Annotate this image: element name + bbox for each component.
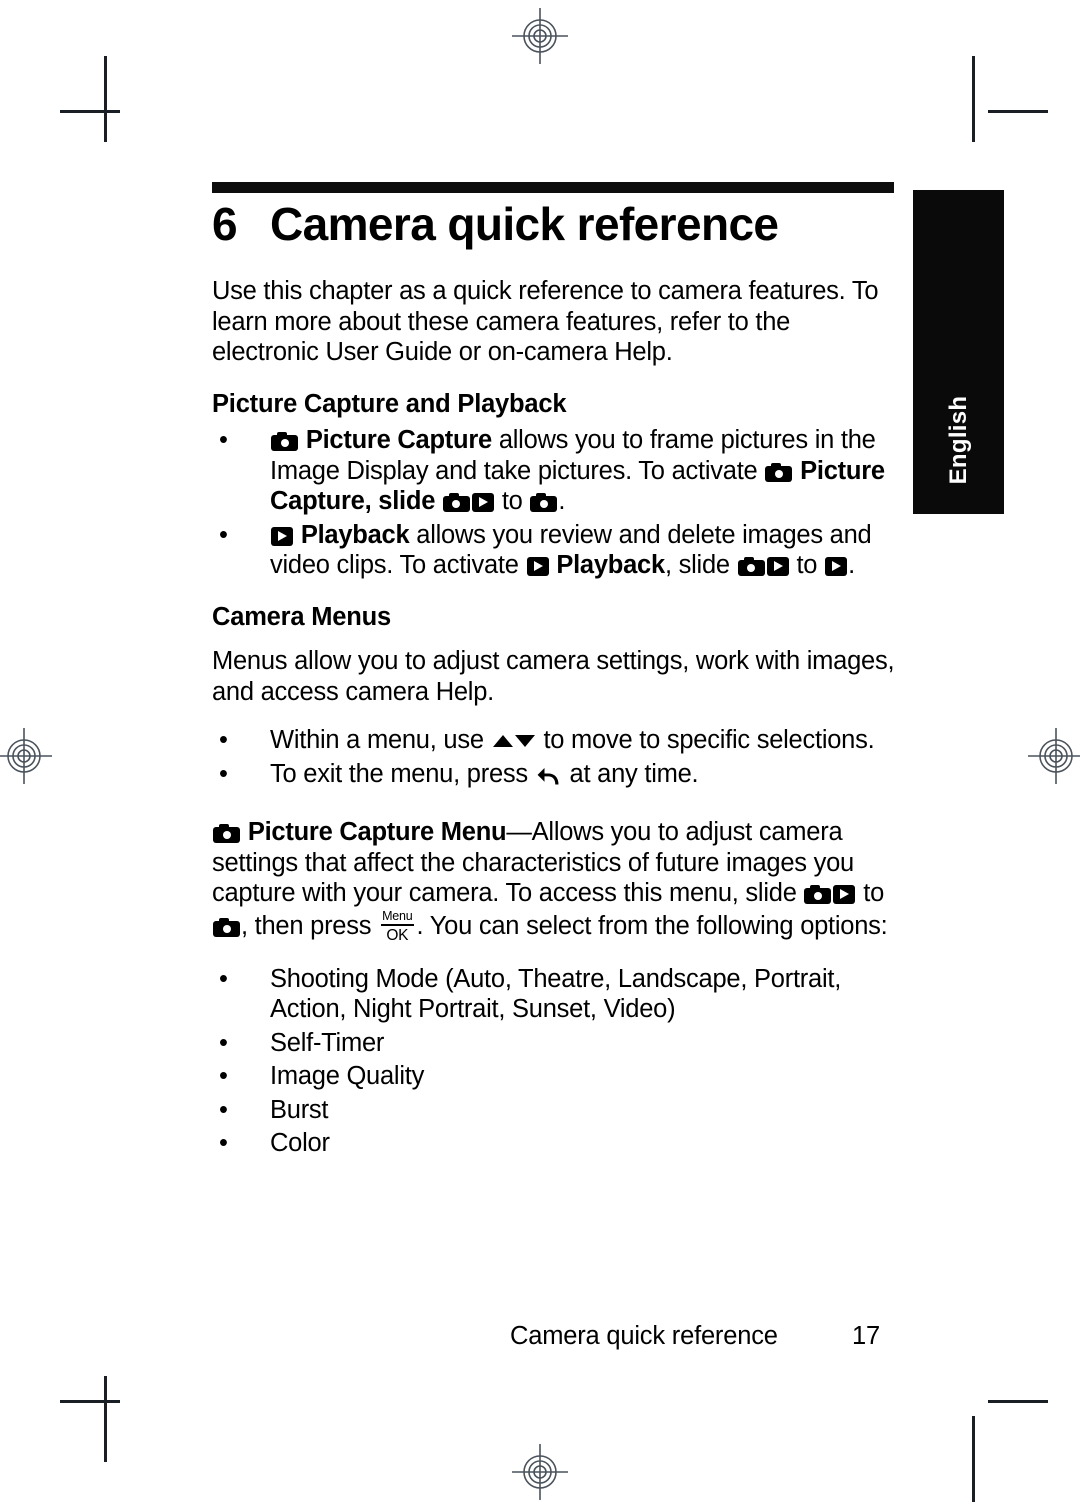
camera-menus-paragraph: Menus allow you to adjust camera setting… — [212, 647, 895, 706]
bullet1-text-d: . — [558, 487, 566, 515]
crop-mark-top-left-horizontal — [60, 110, 120, 113]
bullet1-text-c: to — [494, 487, 530, 515]
crop-mark-bottom-right-horizontal — [988, 1400, 1048, 1403]
language-tab-label: English — [944, 395, 972, 485]
bullet-glyph: • — [219, 520, 228, 549]
crop-mark-bottom-left-vertical — [104, 1376, 107, 1462]
camera-icon — [213, 917, 240, 937]
bullet-glyph: • — [219, 726, 228, 754]
page-title: 6 Camera quick reference — [212, 196, 894, 252]
bullet-glyph: • — [219, 426, 228, 454]
camera-icon — [804, 885, 832, 904]
bullet-glyph: • — [219, 964, 228, 993]
footer-chapter-label: Camera quick reference — [510, 1322, 778, 1350]
list-item: • Image Quality — [212, 1061, 902, 1092]
bullet-glyph: • — [219, 1062, 228, 1090]
crop-mark-top-left-vertical — [104, 56, 107, 142]
camera-icon — [530, 493, 558, 512]
menus-bullet1-text-a: Within a menu, use — [270, 726, 491, 754]
camera-icon — [442, 493, 470, 512]
menu-key-bottom-label: OK — [386, 926, 409, 944]
footer-page-number: 17 — [852, 1322, 880, 1350]
camera-icon — [737, 557, 765, 576]
bullet2-text-d: . — [848, 551, 855, 579]
picture-capture-menu-label: Picture Capture Menu — [247, 818, 507, 846]
chapter-number: 6 — [212, 198, 238, 250]
bullet-glyph: • — [219, 1028, 228, 1057]
playback-icon — [271, 526, 293, 546]
chapter-title: Camera quick reference — [270, 198, 779, 250]
menus-bullet2-text-b: at any time. — [562, 759, 699, 788]
chapter-heading-rule — [212, 182, 894, 193]
bullet-glyph: • — [219, 759, 228, 788]
page-body: 6 Camera quick reference Use this chapter… — [212, 0, 895, 1512]
list-item: • Burst — [212, 1095, 902, 1126]
crop-mark-top-right-vertical — [972, 56, 975, 142]
intro-paragraph: Use this chapter as a quick reference to… — [212, 277, 879, 366]
crop-mark-bottom-left-horizontal — [60, 1400, 120, 1403]
picture-capture-menu-paragraph: Picture Capture Menu—Allows you to adjus… — [212, 817, 902, 944]
playback-icon — [825, 557, 848, 576]
list-item: • To exit the menu, press at any time. — [212, 759, 902, 790]
language-thumb-tab: English — [913, 190, 1004, 514]
option-label: Shooting Mode (Auto, Theatre, Landscape,… — [270, 964, 842, 1024]
camera-icon — [271, 432, 298, 451]
menus-bullet1-text-b: to move to specific selections. — [536, 726, 875, 754]
bullet2-text-c: to — [789, 551, 825, 579]
list-item: • Self-Timer — [212, 1028, 902, 1059]
list-item: • Within a menu, use to move to specific … — [212, 725, 902, 756]
list-item: • Picture Capture allows you to frame pi… — [212, 425, 902, 517]
capture-menu-text-c: , then press — [241, 911, 379, 940]
bullet-glyph: • — [219, 1095, 228, 1124]
playback-label-2: Playback — [556, 551, 665, 579]
playback-icon — [766, 557, 789, 576]
bullet-glyph: • — [219, 1129, 228, 1157]
camera-icon — [213, 824, 240, 843]
crop-mark-bottom-right-vertical — [972, 1416, 975, 1502]
playback-icon — [471, 493, 494, 512]
heading-camera-menus: Camera Menus — [212, 602, 392, 631]
menu-ok-key-icon: Menu OK — [381, 909, 414, 944]
bullet1-text-b: , slide — [364, 487, 442, 515]
camera-icon — [765, 462, 793, 482]
capture-menu-options-list: • Shooting Mode (Auto, Theatre, Landscape… — [212, 964, 902, 1159]
option-label: Burst — [270, 1095, 329, 1124]
list-item: • Shooting Mode (Auto, Theatre, Landscape… — [212, 964, 902, 1025]
bullet2-text-b: , slide — [664, 551, 737, 579]
heading-picture-capture-and-playback: Picture Capture and Playback — [212, 389, 567, 418]
playback-label: Playback — [300, 520, 410, 549]
registration-target-right-middle — [1028, 728, 1080, 784]
capture-menu-text-d: . You can select from the following opti… — [416, 911, 888, 940]
menus-bullet2-text-a: To exit the menu, press — [270, 759, 535, 788]
page-content: Use this chapter as a quick reference to… — [212, 276, 902, 1159]
playback-icon — [526, 557, 549, 576]
registration-target-left-middle — [0, 728, 52, 784]
option-label: Color — [270, 1129, 330, 1157]
capture-playback-list: • Picture Capture allows you to frame pi… — [212, 425, 902, 581]
list-item: • Playback allows you review and delete … — [212, 520, 902, 581]
option-label: Image Quality — [270, 1062, 425, 1090]
option-label: Self-Timer — [270, 1028, 385, 1057]
up-down-arrows-icon — [492, 732, 535, 750]
capture-menu-text-b: to — [856, 879, 885, 907]
list-item: • Color — [212, 1128, 902, 1159]
back-arrow-icon — [537, 764, 561, 786]
crop-mark-top-right-horizontal — [988, 110, 1048, 113]
picture-capture-label: Picture Capture — [305, 426, 492, 454]
playback-icon — [833, 885, 856, 904]
camera-menus-list: • Within a menu, use to move to specific … — [212, 725, 902, 789]
menu-key-top-label: Menu — [381, 909, 414, 926]
